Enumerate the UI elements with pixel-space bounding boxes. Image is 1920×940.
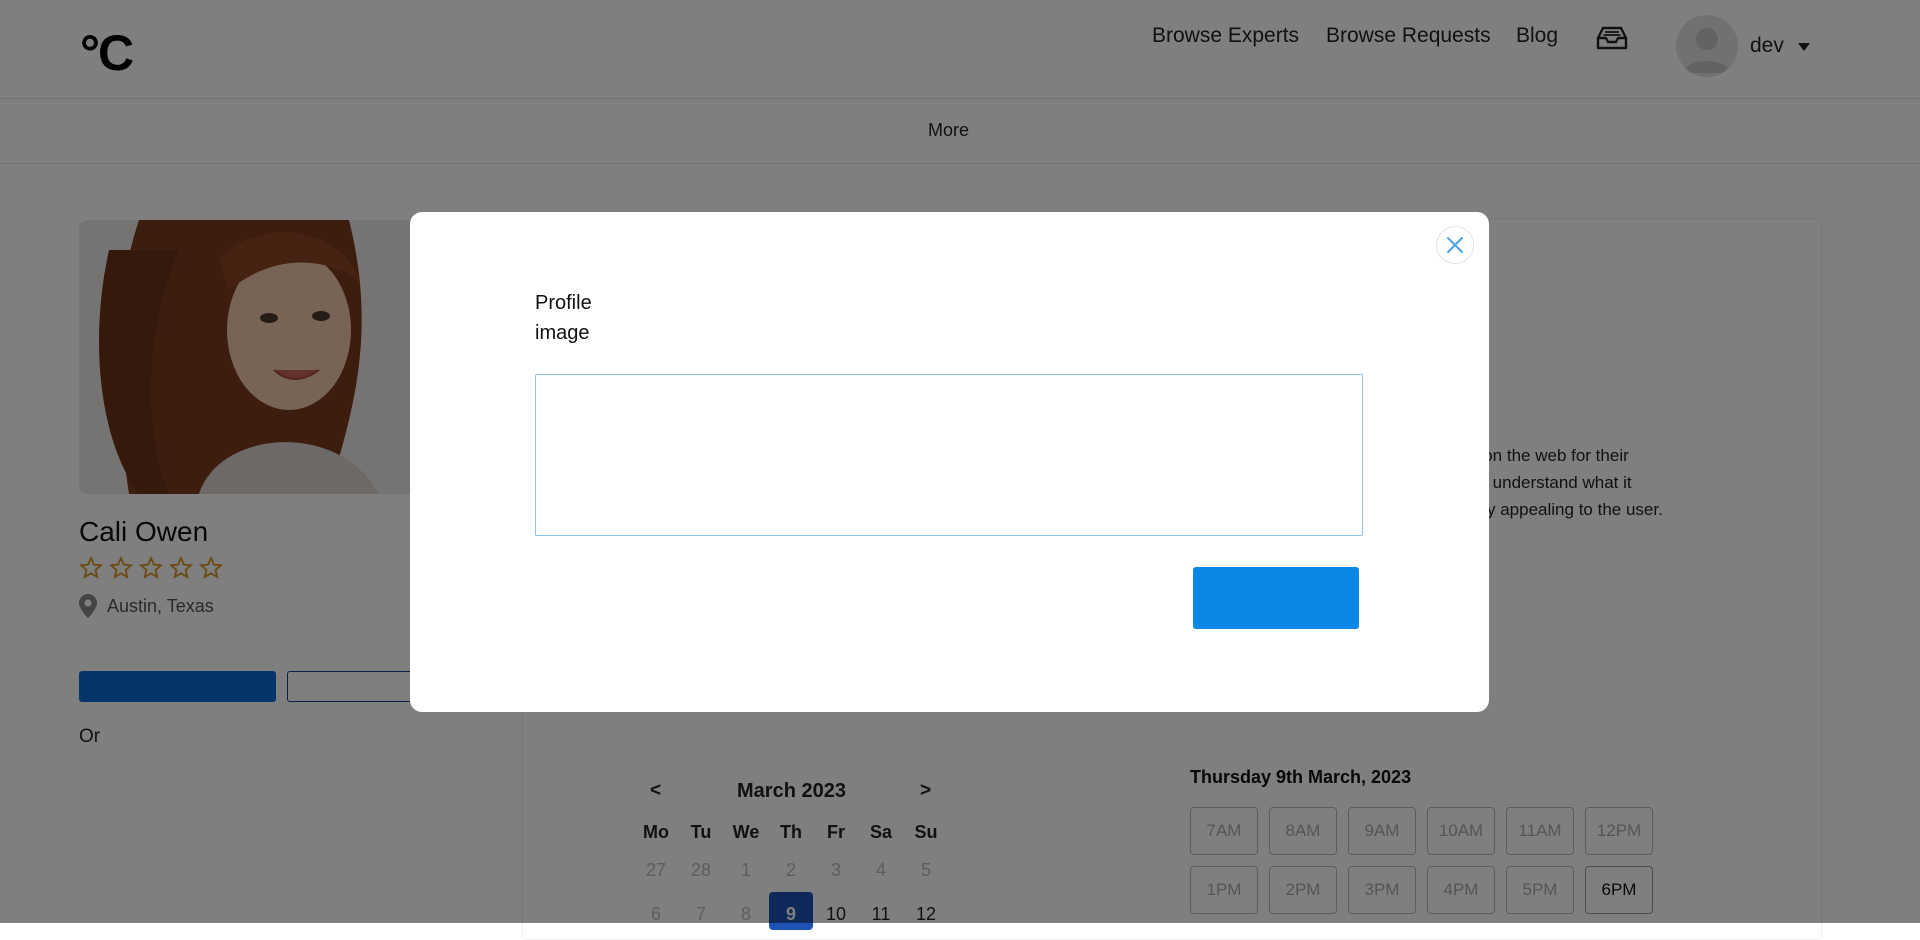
modal-close-button[interactable]: [1436, 226, 1474, 264]
profile-image-input[interactable]: [535, 374, 1363, 536]
modal-submit-button[interactable]: [1193, 567, 1359, 629]
profile-image-label: Profile image: [535, 292, 592, 344]
close-icon: [1447, 237, 1463, 253]
